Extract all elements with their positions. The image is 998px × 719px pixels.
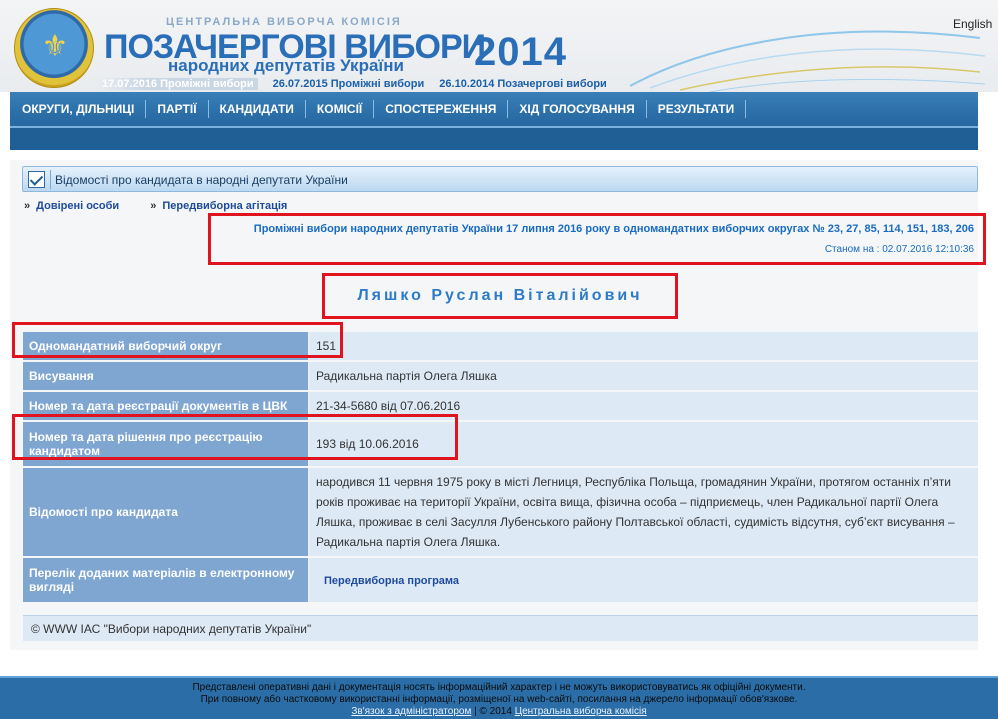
chevron-right-icon: » <box>150 200 157 212</box>
cvk-label: ЦЕНТРАЛЬНА ВИБОРЧА КОМІСІЯ <box>166 16 402 28</box>
row-label: Відомості про кандидата <box>23 468 310 556</box>
footer-links: Зв'язок з адміністратором | © 2014 Центр… <box>0 706 998 718</box>
nav-results[interactable]: РЕЗУЛЬТАТИ <box>647 100 747 118</box>
nav-submenu-bar <box>10 128 978 150</box>
site-header: ⚜ ЦЕНТРАЛЬНА ВИБОРЧА КОМІСІЯ ПОЗАЧЕРГОВІ… <box>0 0 998 92</box>
main-nav: ОКРУГИ, ДІЛЬНИЦІ ПАРТІЇ КАНДИДАТИ КОМІСІ… <box>10 92 978 150</box>
section-header: Відомості про кандидата в народні депута… <box>22 166 978 192</box>
cvk-link[interactable]: Центральна виборча комісія <box>515 706 647 717</box>
row-value: Радикальна партія Олега Ляшка <box>310 362 978 390</box>
nav-observation[interactable]: СПОСТЕРЕЖЕННЯ <box>374 100 509 118</box>
admin-contact-link[interactable]: Зв'язок з адміністратором <box>351 706 471 717</box>
row-value: 151 <box>310 332 978 360</box>
trident-icon: ⚜ <box>41 29 69 64</box>
highlight-district <box>12 322 343 358</box>
english-language-link[interactable]: English <box>953 17 992 31</box>
election-link-2014[interactable]: 26.10.2014 Позачергові вибори <box>439 78 607 90</box>
nav-parties[interactable]: ПАРТІЇ <box>146 100 209 118</box>
chevron-right-icon: » <box>24 200 31 212</box>
highlight-election-info <box>208 213 986 265</box>
link-election-program[interactable]: Передвиборна програма <box>324 575 459 587</box>
site-subtitle: народних депутатів України <box>168 56 404 75</box>
footer-notice: При повному або частковому використанні … <box>200 694 798 705</box>
copyright-row: © WWW ІАС "Вибори народних депутатів Укр… <box>23 615 978 641</box>
footer-copyright: | © 2014 <box>474 706 512 717</box>
election-year: 2014 <box>474 30 567 74</box>
checkbox-icon <box>28 171 45 188</box>
section-title: Відомості про кандидата в народні депута… <box>55 173 348 187</box>
table-row: Відомості про кандидата народився 11 чер… <box>23 468 978 556</box>
link-campaigning[interactable]: Передвиборна агітація <box>162 200 287 212</box>
election-link-2015[interactable]: 26.07.2015 Проміжні вибори <box>273 78 425 90</box>
decorative-swoosh <box>629 30 986 92</box>
highlight-candidate-name <box>322 273 678 319</box>
elections-strip: 17.07.2016 Проміжні вибори 26.07.2015 Пр… <box>98 78 619 90</box>
highlight-registration <box>12 414 458 460</box>
candidate-sublinks: » Довірені особи » Передвиборна агітація <box>24 200 315 212</box>
nav-commissions[interactable]: КОМІСІЇ <box>306 100 375 118</box>
election-link-2016[interactable]: 17.07.2016 Проміжні вибори <box>98 78 258 90</box>
footer-disclaimer: Представлені оперативні дані і документа… <box>192 682 806 693</box>
row-value: Передвиборна програма <box>310 558 978 602</box>
site-footer: Представлені оперативні дані і документа… <box>0 676 998 719</box>
divider <box>50 170 51 189</box>
nav-voting-progress[interactable]: ХІД ГОЛОСУВАННЯ <box>508 100 647 118</box>
link-trusted-persons[interactable]: Довірені особи <box>36 200 119 212</box>
row-label: Перелік доданих матеріалів в електронном… <box>23 558 310 602</box>
row-value: народився 11 червня 1975 року в місті Ле… <box>310 468 978 556</box>
candidate-info-table: Одномандатний виборчий округ 151 Висуван… <box>23 330 978 604</box>
nav-candidates[interactable]: КАНДИДАТИ <box>209 100 306 118</box>
row-label: Висування <box>23 362 310 390</box>
table-row: Висування Радикальна партія Олега Ляшка <box>23 362 978 390</box>
nav-districts[interactable]: ОКРУГИ, ДІЛЬНИЦІ <box>10 100 147 118</box>
cvk-emblem-icon[interactable]: ⚜ <box>14 8 94 88</box>
table-row: Перелік доданих матеріалів в електронном… <box>23 558 978 602</box>
